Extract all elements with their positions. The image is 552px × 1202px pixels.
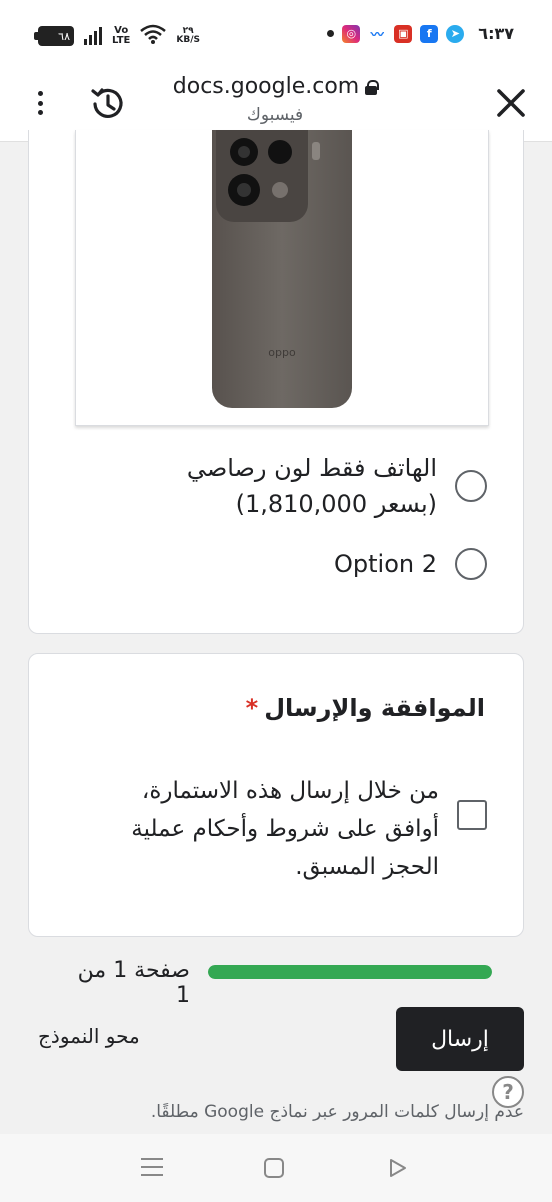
volte-icon: Vo LTE (112, 26, 130, 46)
app-icon: ▣ (394, 24, 413, 43)
option-2-radio[interactable] (455, 548, 487, 580)
telegram-icon: ➤ (446, 24, 465, 43)
option-1-label: الهاتف فقط لون رصاصي (بسعر 1,810,000) (186, 454, 437, 518)
option-1[interactable]: الهاتف فقط لون رصاصي (بسعر 1,810,000) (137, 450, 487, 522)
product-image: oppo (75, 130, 489, 426)
back-icon[interactable] (388, 1158, 408, 1178)
battery-icon: ٦٨ (34, 26, 74, 46)
net-speed: ٢٩ KB/S (176, 27, 200, 45)
address-bar[interactable]: docs.google.com فيسبوك (160, 74, 390, 125)
question-card-options: oppo الهاتف فقط لون رصاصي (بسعر 1,810,00… (28, 130, 524, 634)
page-indicator: صفحة 1 من 1 (77, 958, 190, 1008)
option-2[interactable]: Option 2 (334, 546, 487, 582)
consent-checkbox-row[interactable]: من خلال إرسال هذه الاستمارة، أوافق على ش… (89, 772, 487, 886)
required-asterisk: * (245, 694, 259, 722)
kebab-menu-icon[interactable] (28, 88, 52, 118)
close-icon[interactable] (494, 86, 528, 120)
status-right: ◎ 〰 ▣ f ➤ ٦:٣٧ (327, 24, 514, 43)
battery-level: ٦٨ (58, 29, 70, 43)
volte-bottom: LTE (112, 35, 131, 46)
lock-icon (365, 79, 380, 95)
system-nav-bar (0, 1134, 552, 1202)
consent-title: الموافقة والإرسال* (246, 694, 485, 722)
clear-form-button[interactable]: محو النموذج (38, 1024, 140, 1048)
facebook-icon: f (420, 24, 439, 43)
clock: ٦:٣٧ (478, 24, 514, 43)
consent-title-text: الموافقة والإرسال (264, 694, 485, 722)
messenger-icon: 〰 (370, 28, 384, 43)
password-warning: عدم إرسال كلمات المرور عبر نماذج Google … (150, 1102, 524, 1122)
consent-checkbox-label: من خلال إرسال هذه الاستمارة، أوافق على ش… (131, 778, 439, 880)
signal-icon (84, 27, 102, 45)
url-text: docs.google.com (172, 74, 360, 99)
page-title: فيسبوك (246, 105, 304, 125)
recents-menu-icon[interactable] (141, 1158, 163, 1176)
consent-card: الموافقة والإرسال* من خلال إرسال هذه الا… (28, 653, 524, 937)
submit-button[interactable]: إرسال (396, 1007, 524, 1071)
status-bar: ٦٨ Vo LTE ٢٩ KB/S ◎ 〰 ▣ f ➤ ٦:٣٧ (0, 0, 552, 70)
net-speed-unit: KB/S (176, 35, 200, 45)
svg-text:oppo: oppo (268, 346, 296, 359)
dot-icon (327, 30, 335, 37)
progress-bar (208, 965, 492, 979)
option-1-radio[interactable] (455, 470, 487, 502)
phone-image: oppo (212, 130, 352, 408)
option-2-label: Option 2 (334, 550, 437, 578)
consent-checkbox[interactable] (457, 800, 487, 830)
instagram-icon: ◎ (342, 24, 361, 43)
home-icon[interactable] (264, 1158, 284, 1178)
progress-fill (208, 965, 492, 979)
history-icon[interactable] (86, 82, 130, 126)
status-left: ٦٨ Vo LTE ٢٩ KB/S (34, 24, 200, 48)
wifi-icon (140, 24, 167, 48)
